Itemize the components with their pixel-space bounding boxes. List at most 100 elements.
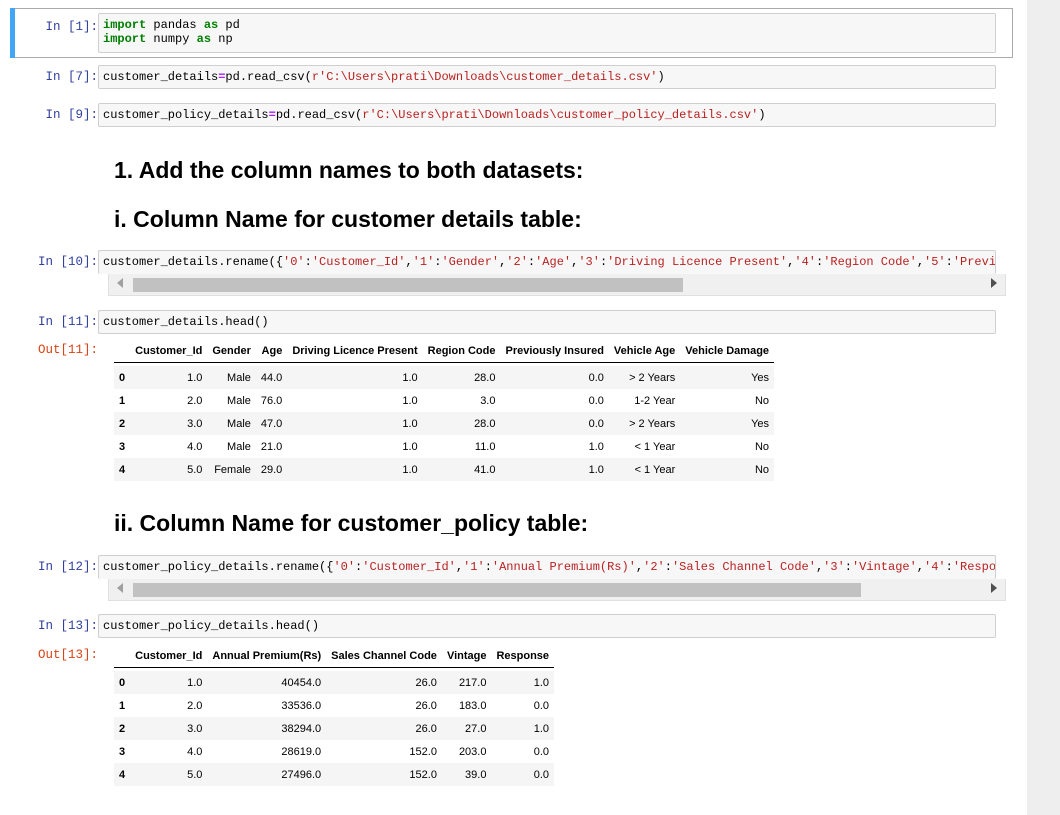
cell-prompt: In [13]: <box>37 619 98 633</box>
code-token: r'C:\Users\prati\Downloads\customer_deta… <box>311 70 658 84</box>
table-cell: 21.0 <box>260 440 283 453</box>
column-header: Vintage <box>441 645 492 668</box>
code-input[interactable]: customer_policy_details.rename({'0': 'Cus… <box>98 555 996 579</box>
table-cell: 0.0 <box>533 745 550 758</box>
index-header <box>114 340 131 363</box>
cell-prompt: In [12]: <box>37 560 98 574</box>
table-row: 1 2.0 Male 76.0 1.0 3.0 0.0 1-2 Year No <box>114 389 774 412</box>
code-token: import <box>103 18 147 32</box>
table-cell: 1.0 <box>287 412 423 435</box>
code-token: = <box>268 108 276 122</box>
scroll-left-icon[interactable] <box>117 583 123 593</box>
table-cell: > 2 Years <box>608 366 681 389</box>
code-input[interactable]: customer_details.head() <box>98 310 996 334</box>
cell-prompt: In [7]: <box>45 70 98 84</box>
notebook-vertical-scrollbar[interactable] <box>1027 0 1060 815</box>
table-cell: 152.0 <box>326 763 442 786</box>
table-row: 2 3.0 Male 47.0 1.0 28.0 0.0 > 2 Years Yes <box>114 412 775 435</box>
code-token: import <box>103 32 147 46</box>
row-index: 3 <box>119 745 126 758</box>
row-index: 0 <box>114 366 131 389</box>
table-cell: 0.0 <box>491 763 555 786</box>
table-cell: < 1 Year <box>634 440 676 453</box>
code-input[interactable]: import pandas as pd import numpy as np <box>98 13 996 53</box>
code-token: customer_policy_details.rename({ <box>103 560 334 574</box>
row-index: 0 <box>114 671 131 694</box>
markdown-heading: 1. Add the column names to both datasets… <box>114 157 584 183</box>
table-cell: 203.0 <box>458 745 487 758</box>
table-cell: 39.0 <box>441 763 492 786</box>
code-token: ) <box>657 70 665 84</box>
code-token: 'Customer_Id' <box>311 255 406 269</box>
column-header: Age <box>255 340 288 363</box>
table-cell: 3.0 <box>130 717 208 740</box>
code-token: '3' <box>823 560 845 574</box>
code-input[interactable]: customer_policy_details.head() <box>98 614 996 638</box>
code-token: customer_policy_details <box>103 108 269 122</box>
code-token: '2' <box>506 255 528 269</box>
code-input[interactable]: customer_policy_details=pd.read_csv(r'C:… <box>98 103 996 127</box>
code-token: 'Driving Licence Present' <box>607 255 788 269</box>
column-header: Sales Channel Code <box>326 645 442 668</box>
column-header: Vehicle Damage <box>680 340 775 363</box>
table-cell: Male <box>207 412 256 435</box>
table-cell: 1.0 <box>130 671 208 694</box>
table-cell: 28.0 <box>422 412 501 435</box>
cell-prompt: In [11]: <box>37 315 98 329</box>
table-cell: 0.0 <box>533 699 550 712</box>
code-input[interactable]: customer_details.rename({'0':'Customer_I… <box>98 250 996 274</box>
code-token: customer_details.rename({ <box>103 255 284 269</box>
code-input[interactable]: customer_details=pd.read_csv(r'C:\Users\… <box>98 65 996 89</box>
table-cell: 38294.0 <box>207 717 327 740</box>
code-token: : <box>304 255 312 269</box>
table-row: 4 5.0 27496.0 152.0 39.0 0.0 <box>114 763 555 786</box>
table-cell: 1-2 Year <box>634 394 676 407</box>
table-cell: > 2 Years <box>608 412 681 435</box>
markdown-heading: i. Column Name for customer details tabl… <box>114 206 582 232</box>
table-cell: 1.0 <box>287 366 423 389</box>
code-token: customer_details.head() <box>103 315 269 329</box>
scroll-thumb[interactable] <box>133 583 861 597</box>
table-cell: Male <box>207 366 256 389</box>
row-index: 1 <box>119 394 126 407</box>
code-token: , <box>455 560 464 574</box>
table-row: 0 1.0 Male 44.0 1.0 28.0 0.0 > 2 Years Yes <box>114 366 775 389</box>
table-cell: 1.0 <box>287 458 423 481</box>
table-cell: 152.0 <box>409 745 437 758</box>
code-token: pandas <box>146 18 204 32</box>
scroll-right-icon[interactable] <box>991 583 997 593</box>
table-cell: 27.0 <box>441 717 492 740</box>
table-cell: Yes <box>680 412 775 435</box>
dataframe-table: Customer_Id Gender Age Driving Licence Pres… <box>114 340 775 481</box>
code-horizontal-scrollbar[interactable] <box>108 274 1006 296</box>
table-cell: 4.0 <box>187 745 203 758</box>
table-cell: 5.0 <box>130 763 208 786</box>
column-header: Annual Premium(Rs) <box>207 645 327 668</box>
table-cell: 1.0 <box>491 717 555 740</box>
table-cell: 1.0 <box>130 366 208 389</box>
table-cell: 217.0 <box>441 671 492 694</box>
column-header: Vehicle Age <box>608 340 681 363</box>
table-cell: 27496.0 <box>207 763 327 786</box>
code-token: : <box>945 560 953 574</box>
table-cell: 28619.0 <box>281 745 322 758</box>
table-row: 3 4.0 28619.0 152.0 203.0 0.0 <box>114 740 554 763</box>
code-horizontal-scrollbar[interactable] <box>108 579 1006 601</box>
scroll-left-icon[interactable] <box>117 278 123 288</box>
code-token: '0' <box>283 255 305 269</box>
scroll-thumb[interactable] <box>133 278 683 292</box>
code-token: '5' <box>924 255 946 269</box>
table-cell: 1.0 <box>588 440 604 453</box>
table-row: 4 5.0 Female 29.0 1.0 41.0 1.0 < 1 Year No <box>114 458 775 481</box>
scroll-right-icon[interactable] <box>991 278 997 288</box>
table-cell: 2.0 <box>187 699 203 712</box>
row-index: 2 <box>114 717 131 740</box>
table-cell: 1.0 <box>500 458 609 481</box>
table-cell: 2.0 <box>187 394 203 407</box>
table-cell: 3.0 <box>480 394 496 407</box>
table-row: 3 4.0 Male 21.0 1.0 11.0 1.0 < 1 Year No <box>114 435 774 458</box>
table-cell: No <box>680 458 775 481</box>
row-index: 4 <box>114 458 131 481</box>
cell-prompt: In [9]: <box>45 108 98 122</box>
code-token: '1' <box>463 560 485 574</box>
